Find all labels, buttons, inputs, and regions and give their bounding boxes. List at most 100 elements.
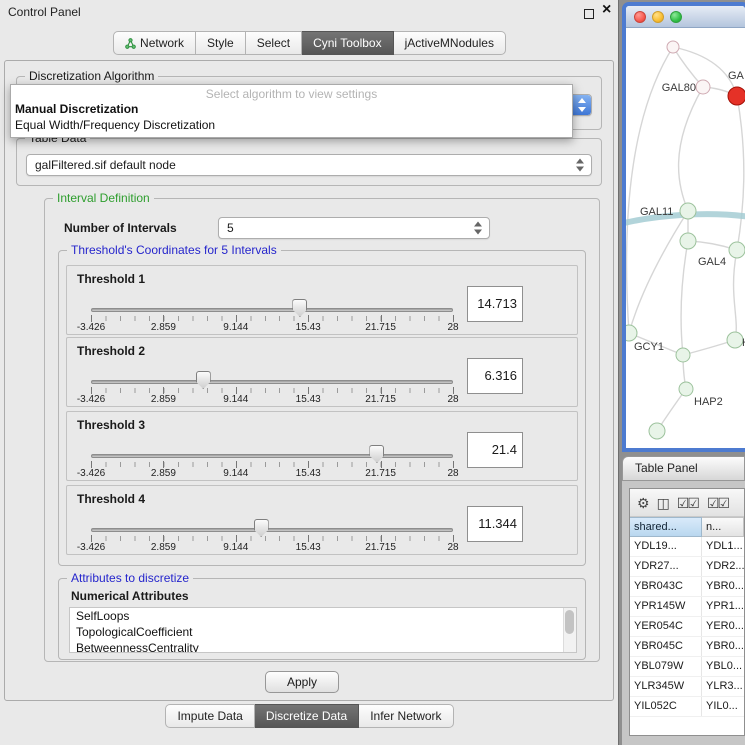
slider-ticks: [91, 316, 454, 321]
slider-tick-label: -3.426: [77, 468, 105, 479]
network-node[interactable]: [728, 87, 745, 105]
slider-tick-label: 2.859: [151, 394, 176, 405]
dropdown-option[interactable]: Equal Width/Frequency Discretization: [11, 117, 572, 133]
columns-icon[interactable]: ◫: [657, 496, 668, 510]
threshold-value-field[interactable]: 14.713: [467, 286, 523, 322]
table-row[interactable]: YDR27...YDR2...: [630, 557, 744, 577]
table-row[interactable]: YER054CYER0...: [630, 617, 744, 637]
slider-tick-label: 2.859: [151, 468, 176, 479]
slider-tick-label: 28: [447, 542, 458, 553]
network-node[interactable]: [676, 348, 690, 362]
table-row[interactable]: YDL19...YDL1...: [630, 537, 744, 557]
tab-impute-data[interactable]: Impute Data: [165, 704, 254, 728]
table-cell: YBR0...: [702, 577, 744, 596]
slider-major-tick: [453, 461, 454, 468]
table-cell: YBR045C: [630, 637, 702, 656]
list-item[interactable]: BetweennessCentrality: [70, 640, 576, 653]
slider-track[interactable]: [91, 380, 453, 384]
slider-major-tick: [381, 387, 382, 394]
slider-track[interactable]: [91, 308, 453, 312]
slider-major-tick: [453, 387, 454, 394]
minimize-traffic-light[interactable]: [652, 11, 664, 23]
gear-icon[interactable]: ⚙: [637, 496, 648, 510]
table-row[interactable]: YBR043CYBR0...: [630, 577, 744, 597]
threshold-value-field[interactable]: 6.316: [467, 358, 523, 394]
top-tab-bar: NetworkStyleSelectCyni Toolbox jActiveMNo…: [0, 31, 619, 55]
tab-jactivemnodules[interactable]: jActiveMNodules: [394, 31, 506, 55]
group-title: Interval Definition: [53, 191, 154, 205]
threshold-panel: Threshold 2-3.4262.8599.14415.4321.71528…: [66, 337, 578, 407]
tab-discretize-data[interactable]: Discretize Data: [255, 704, 359, 728]
network-node[interactable]: [626, 325, 637, 341]
tab-infer-network[interactable]: Infer Network: [359, 704, 453, 728]
slider-tick-label: 28: [447, 322, 458, 333]
slider-ticks: [91, 462, 454, 467]
slider-major-tick: [91, 535, 92, 542]
close-traffic-light[interactable]: [634, 11, 646, 23]
group-title: Attributes to discretize: [67, 571, 193, 585]
tab-network[interactable]: Network: [113, 31, 196, 55]
network-window-titlebar[interactable]: [626, 6, 745, 28]
column-header-name[interactable]: n...: [702, 517, 744, 537]
slider-major-tick: [236, 387, 237, 394]
column-checks-icon[interactable]: ☑☑: [707, 496, 728, 510]
numerical-attributes-label: Numerical Attributes: [71, 589, 189, 603]
slider-thumb[interactable]: [369, 445, 384, 463]
num-intervals-combobox[interactable]: 5: [218, 217, 490, 239]
slider-track[interactable]: [91, 528, 453, 532]
table-row[interactable]: YPR145WYPR1...: [630, 597, 744, 617]
dropdown-option[interactable]: Manual Discretization: [11, 101, 572, 117]
tab-cyni-toolbox[interactable]: Cyni Toolbox: [302, 31, 393, 55]
table-cell: YER054C: [630, 617, 702, 636]
network-node[interactable]: [680, 203, 696, 219]
network-node[interactable]: [679, 382, 693, 396]
slider-thumb[interactable]: [196, 371, 211, 389]
network-node[interactable]: [727, 332, 743, 348]
row-checks-icon[interactable]: ☑☑: [677, 496, 698, 510]
network-canvas[interactable]: GAL80GAGAL11GAL4GCY1HHAP2: [626, 28, 745, 448]
network-node-label: GAL11: [640, 206, 673, 218]
list-item[interactable]: SelfLoops: [70, 608, 576, 624]
network-view-window: GAL80GAGAL11GAL4GCY1HHAP2: [622, 2, 745, 452]
scrollbar-thumb[interactable]: [565, 610, 574, 634]
slider-major-tick: [453, 535, 454, 542]
float-window-icon[interactable]: [584, 9, 594, 19]
network-edge: [737, 96, 744, 250]
table-row[interactable]: YIL052CYIL0...: [630, 697, 744, 717]
table-cell: YBL079W: [630, 657, 702, 676]
network-node-label: GCY1: [634, 341, 664, 353]
scrollbar[interactable]: [563, 608, 576, 652]
slider-thumb[interactable]: [254, 519, 269, 537]
list-item[interactable]: TopologicalCoefficient: [70, 624, 576, 640]
slider-major-tick: [308, 535, 309, 542]
threshold-value-field[interactable]: 21.4: [467, 432, 523, 468]
slider-tick-label: 9.144: [223, 394, 248, 405]
table-row[interactable]: YBR045CYBR0...: [630, 637, 744, 657]
tab-label: Discretize Data: [266, 709, 347, 723]
network-node[interactable]: [680, 233, 696, 249]
table-data-combobox[interactable]: galFiltered.sif default node: [26, 154, 592, 176]
network-node[interactable]: [649, 423, 665, 439]
apply-button[interactable]: Apply: [265, 671, 339, 693]
tab-label: jActiveMNodules: [405, 36, 494, 50]
network-node-label: HAP2: [694, 396, 723, 408]
slider-track[interactable]: [91, 454, 453, 458]
close-icon[interactable]: ×: [602, 1, 611, 19]
table-cell: YDL1...: [702, 537, 744, 556]
tab-style[interactable]: Style: [196, 31, 246, 55]
table-panel-body: ⚙ ◫ ☑☑ ☑☑ shared... n... YDL19...YDL1...YDR…: [622, 481, 745, 745]
slider-major-tick: [236, 535, 237, 542]
column-header-shared-name[interactable]: shared...: [630, 517, 702, 537]
network-node[interactable]: [667, 41, 679, 53]
threshold-value-field[interactable]: 11.344: [467, 506, 523, 542]
tab-select[interactable]: Select: [246, 31, 302, 55]
table-panel-titlebar[interactable]: Table Panel: [622, 456, 745, 481]
combobox-arrows-icon[interactable]: [571, 95, 591, 115]
zoom-traffic-light[interactable]: [670, 11, 682, 23]
network-node[interactable]: [729, 242, 745, 258]
table-row[interactable]: YBL079WYBL0...: [630, 657, 744, 677]
combobox-value: galFiltered.sif default node: [35, 158, 176, 172]
network-node[interactable]: [696, 80, 710, 94]
table-row[interactable]: YLR345WYLR3...: [630, 677, 744, 697]
slider-thumb[interactable]: [292, 299, 307, 317]
